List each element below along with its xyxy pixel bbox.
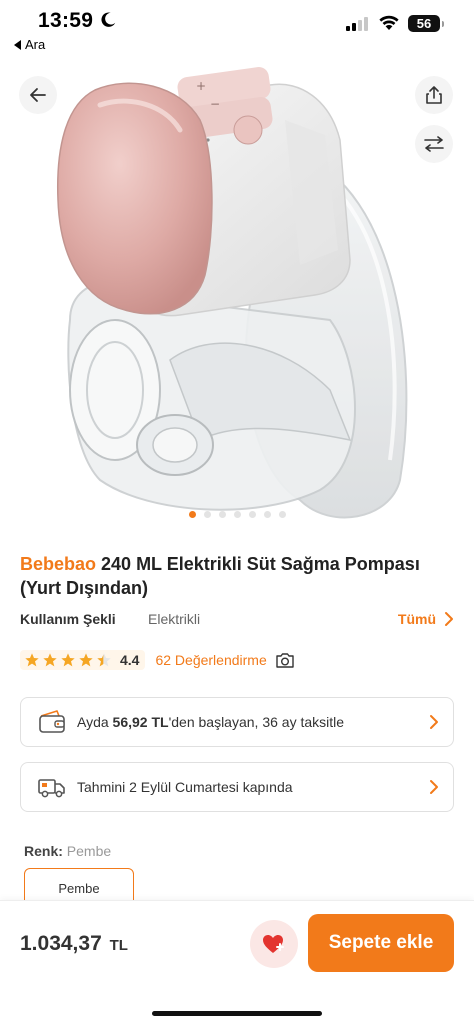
rating-score: 4.4 [120,652,140,668]
installment-card[interactable]: Ayda 56,92 TL'den başlayan, 36 ay taksit… [20,697,454,747]
pagination-dot[interactable] [278,511,286,518]
truck-icon [35,773,69,801]
delivery-card[interactable]: Tahmini 2 Eylül Cumartesi kapında [20,762,454,812]
pagination-dot[interactable] [233,511,241,518]
image-pagination [0,511,474,518]
back-button[interactable] [19,76,57,114]
bottom-action-bar: 1.034,37 TL Sepete ekle [0,900,474,1024]
swap-arrows-icon [424,136,444,152]
pagination-dot[interactable] [218,511,226,518]
star-rating [24,652,112,668]
camera-icon[interactable] [275,652,295,669]
attribute-value: Elektrikli [148,611,201,627]
share-icon [426,86,442,104]
heart-plus-icon [263,935,284,953]
chevron-right-icon [430,780,438,794]
product-attribute-row: Kullanım Şekli Elektrikli Tümü [20,608,454,630]
moon-icon [101,12,116,27]
pagination-dot[interactable] [203,511,211,518]
favorite-button[interactable] [250,920,298,968]
product-image: + − [56,67,408,519]
product-title: Bebebao 240 ML Elektrikli Süt Sağma Pomp… [20,552,460,600]
status-time: 13:59 [38,9,94,32]
price-value: 1.034,37 [20,932,102,955]
product-image-gallery[interactable]: + − [0,60,474,530]
star-full-icon [79,653,93,667]
wallet-icon [35,708,69,736]
attribute-key: Kullanım Şekli [20,611,116,627]
share-button[interactable] [415,76,453,114]
all-attributes-label: Tümü [397,611,436,627]
installment-text: Ayda 56,92 TL'den başlayan, 36 ay taksit… [77,714,344,730]
price-currency: TL [109,937,128,954]
svg-text:−: − [210,97,220,111]
installment-amount: 56,92 TL [112,714,169,730]
cellular-signal-icon [346,16,368,31]
add-to-cart-button[interactable]: Sepete ekle [308,914,454,972]
svg-text:+: + [196,79,206,93]
rating-summary: 4.4 [20,650,146,670]
all-attributes-link[interactable]: Tümü [398,611,454,627]
reviews-link[interactable]: 62 Değerlendirme [155,652,266,668]
status-bar: 13:59 Ara 56 [0,0,474,60]
chevron-right-icon [430,715,438,729]
star-full-icon [43,653,57,667]
back-app-label: Ara [25,37,46,52]
star-full-icon [61,653,75,667]
pagination-dot[interactable] [188,511,196,518]
color-selected-value: Pembe [66,843,112,859]
compare-button[interactable] [415,125,453,163]
pagination-dot[interactable] [248,511,256,518]
wifi-icon [379,15,399,30]
chevron-right-icon [445,612,453,626]
installment-suffix: 'den başlayan, 36 ay taksitle [168,714,345,730]
home-indicator [152,1011,322,1016]
pagination-dot[interactable] [263,511,271,518]
delivery-text: Tahmini 2 Eylül Cumartesi kapında [77,779,293,795]
back-triangle-icon [14,39,21,50]
color-label: Renk: Pembe [24,843,111,859]
color-label-key: Renk: [24,843,63,859]
price: 1.034,37 TL [20,932,128,956]
arrow-left-icon [30,88,46,102]
rating-row[interactable]: 4.4 62 Değerlendirme [20,648,295,672]
brand-link[interactable]: Bebebao [20,554,96,574]
battery-indicator: 56 [408,15,444,32]
back-to-app-link[interactable]: Ara [14,37,45,52]
star-full-icon [25,653,39,667]
installment-prefix: Ayda [77,714,113,730]
star-partial-icon [97,653,111,667]
